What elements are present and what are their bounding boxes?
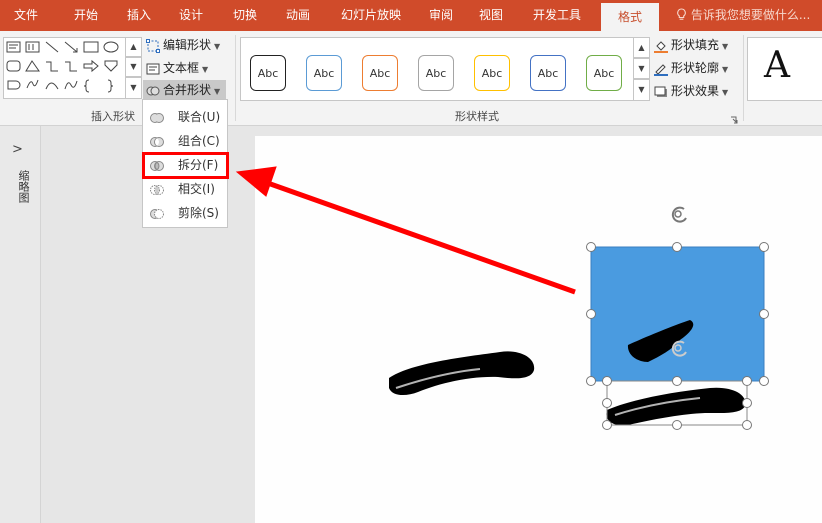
annotation-arrow: [235, 166, 576, 295]
menu-item-label: 组合(C): [178, 134, 220, 148]
menu-item-label: 剪除(S): [178, 206, 219, 220]
brush-stroke-shape: [606, 387, 746, 426]
menu-item-union[interactable]: 联合(U): [144, 106, 226, 128]
menu-item-combine[interactable]: 组合(C): [144, 130, 226, 152]
highlight-box: [142, 152, 229, 179]
brush-stroke-shape: [389, 351, 535, 396]
menu-item-intersect[interactable]: 相交(I): [144, 178, 226, 200]
selected-rectangle-shape: [590, 246, 765, 382]
menu-item-label: 联合(U): [178, 110, 221, 124]
combine-icon: [150, 134, 164, 148]
menu-item-subtract[interactable]: 剪除(S): [144, 202, 226, 224]
intersect-icon: [150, 182, 164, 196]
rotate-handle-icon: [671, 206, 687, 223]
union-icon: [150, 110, 164, 124]
subtract-icon: [150, 206, 164, 220]
slide-drawing: [235, 166, 769, 430]
menu-item-label: 相交(I): [178, 182, 215, 196]
